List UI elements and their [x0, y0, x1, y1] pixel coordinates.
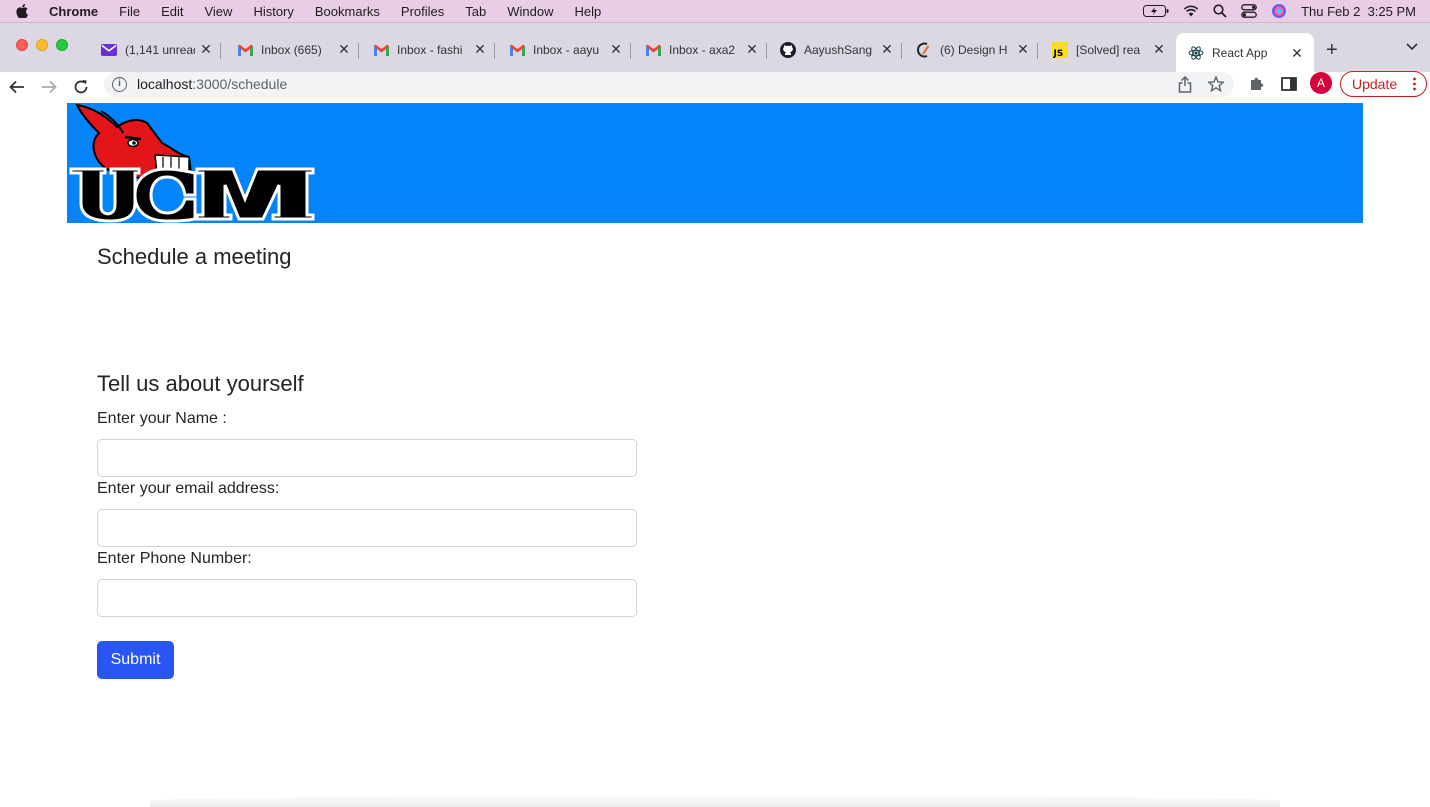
- tab-separator: [494, 43, 495, 59]
- control-center-icon[interactable]: [1241, 4, 1257, 18]
- new-tab-plus-icon[interactable]: +: [1326, 39, 1338, 62]
- browser-tab-strip: (1,141 unread ✕ Inbox (665) ✕ Inbox - fa…: [0, 22, 1430, 73]
- forward-arrow-icon[interactable]: [38, 76, 60, 98]
- browser-tab-active[interactable]: React App ✕: [1176, 33, 1314, 73]
- gmail-icon: [509, 42, 525, 58]
- svg-text:JS: JS: [1053, 49, 1064, 58]
- design-icon: [916, 42, 932, 58]
- gmail-icon: [373, 42, 389, 58]
- tab-title: (6) Design H: [940, 43, 1008, 57]
- browser-tab[interactable]: Inbox (665) ✕: [237, 37, 359, 63]
- close-tab-icon[interactable]: ✕: [337, 41, 351, 58]
- profile-avatar[interactable]: A: [1310, 72, 1332, 94]
- tab-title: Inbox - aayu: [533, 43, 600, 57]
- tab-title: AayushSang: [804, 43, 873, 57]
- battery-icon[interactable]: [1143, 5, 1169, 17]
- address-bar[interactable]: i localhost:3000/schedule: [104, 72, 1234, 97]
- tab-title: Inbox - fashi: [397, 43, 463, 57]
- macos-menubar: Chrome File Edit View History Bookmarks …: [0, 0, 1430, 22]
- close-tab-icon[interactable]: ✕: [880, 41, 894, 58]
- close-tab-icon[interactable]: ✕: [745, 41, 759, 58]
- url-host: localhost: [137, 76, 193, 92]
- apple-icon[interactable]: [15, 4, 29, 18]
- tab-title: [Solved] rea: [1076, 43, 1141, 57]
- browser-tab[interactable]: (1,141 unread ✕: [101, 37, 221, 63]
- tab-title: (1,141 unread: [125, 43, 195, 57]
- tab-title: React App: [1212, 46, 1268, 60]
- menu-window[interactable]: Window: [507, 4, 553, 19]
- header-banner: [67, 103, 1363, 223]
- phone-label: Enter Phone Number:: [97, 550, 252, 567]
- menu-file[interactable]: File: [119, 4, 140, 19]
- page-bottom-shadow: [150, 795, 1280, 807]
- close-tab-icon[interactable]: ✕: [1016, 41, 1030, 58]
- gmail-icon: [237, 42, 253, 58]
- menu-help[interactable]: Help: [575, 4, 602, 19]
- browser-tab[interactable]: JS [Solved] rea ✕: [1052, 37, 1166, 63]
- browser-tab[interactable]: Inbox - fashi ✕: [373, 37, 495, 63]
- spotlight-search-icon[interactable]: [1213, 4, 1227, 18]
- siri-icon[interactable]: [1271, 3, 1287, 19]
- back-arrow-icon[interactable]: [6, 76, 28, 98]
- react-icon: [1188, 45, 1204, 61]
- tab-separator: [630, 43, 631, 59]
- more-options-icon[interactable]: [1413, 77, 1416, 91]
- address-url[interactable]: localhost:3000/schedule: [137, 76, 287, 92]
- gmail-icon: [645, 42, 661, 58]
- update-label: Update: [1352, 76, 1398, 92]
- js-icon: JS: [1052, 42, 1068, 58]
- maximize-window-button[interactable]: [56, 39, 68, 51]
- tab-separator: [901, 43, 902, 59]
- reload-icon[interactable]: [70, 76, 92, 98]
- clock-datetime[interactable]: Thu Feb 2 3:25 PM: [1301, 4, 1416, 19]
- browser-tab[interactable]: Inbox - aayu ✕: [509, 37, 631, 63]
- mail-icon: [101, 42, 117, 58]
- site-info-icon[interactable]: i: [112, 77, 127, 92]
- close-tab-icon[interactable]: ✕: [609, 41, 623, 58]
- bookmark-star-icon[interactable]: [1208, 76, 1224, 92]
- close-tab-icon[interactable]: ✕: [1290, 45, 1304, 62]
- phone-input[interactable]: [97, 579, 637, 617]
- tab-separator: [220, 43, 221, 59]
- browser-toolbar: i localhost:3000/schedule A Update: [0, 71, 1430, 103]
- menu-view[interactable]: View: [204, 4, 232, 19]
- menu-tab[interactable]: Tab: [465, 4, 486, 19]
- github-icon: [780, 42, 796, 58]
- update-button[interactable]: Update: [1340, 71, 1427, 97]
- tab-separator: [358, 43, 359, 59]
- side-panel-icon[interactable]: [1281, 76, 1297, 92]
- menu-edit[interactable]: Edit: [161, 4, 183, 19]
- submit-button[interactable]: Submit: [97, 641, 174, 679]
- ucm-mule-logo: [69, 103, 315, 223]
- minimize-window-button[interactable]: [36, 39, 48, 51]
- name-label: Enter your Name :: [97, 410, 227, 427]
- name-input[interactable]: [97, 439, 637, 477]
- tab-separator: [1037, 43, 1038, 59]
- share-icon[interactable]: [1178, 76, 1192, 93]
- menu-profiles[interactable]: Profiles: [401, 4, 444, 19]
- email-input[interactable]: [97, 509, 637, 547]
- tab-title: Inbox (665): [261, 43, 322, 57]
- tab-separator: [766, 43, 767, 59]
- form-heading: Tell us about yourself: [97, 371, 304, 396]
- close-tab-icon[interactable]: ✕: [473, 41, 487, 58]
- page-title: Schedule a meeting: [97, 244, 292, 269]
- close-tab-icon[interactable]: ✕: [199, 41, 213, 58]
- menu-bookmarks[interactable]: Bookmarks: [315, 4, 380, 19]
- tab-search-chevron-down-icon[interactable]: [1405, 41, 1419, 51]
- browser-tab[interactable]: AayushSang ✕: [780, 37, 902, 63]
- email-label: Enter your email address:: [97, 480, 280, 497]
- wifi-icon[interactable]: [1183, 5, 1199, 17]
- menu-history[interactable]: History: [253, 4, 293, 19]
- extensions-puzzle-icon[interactable]: [1249, 76, 1265, 92]
- close-window-button[interactable]: [16, 39, 28, 51]
- url-path: :3000/schedule: [192, 76, 288, 92]
- browser-tab[interactable]: (6) Design H ✕: [916, 37, 1038, 63]
- menu-app-name[interactable]: Chrome: [49, 4, 98, 19]
- tab-title: Inbox - axa2: [669, 43, 736, 57]
- close-tab-icon[interactable]: ✕: [1152, 41, 1166, 58]
- browser-tab[interactable]: Inbox - axa2 ✕: [645, 37, 767, 63]
